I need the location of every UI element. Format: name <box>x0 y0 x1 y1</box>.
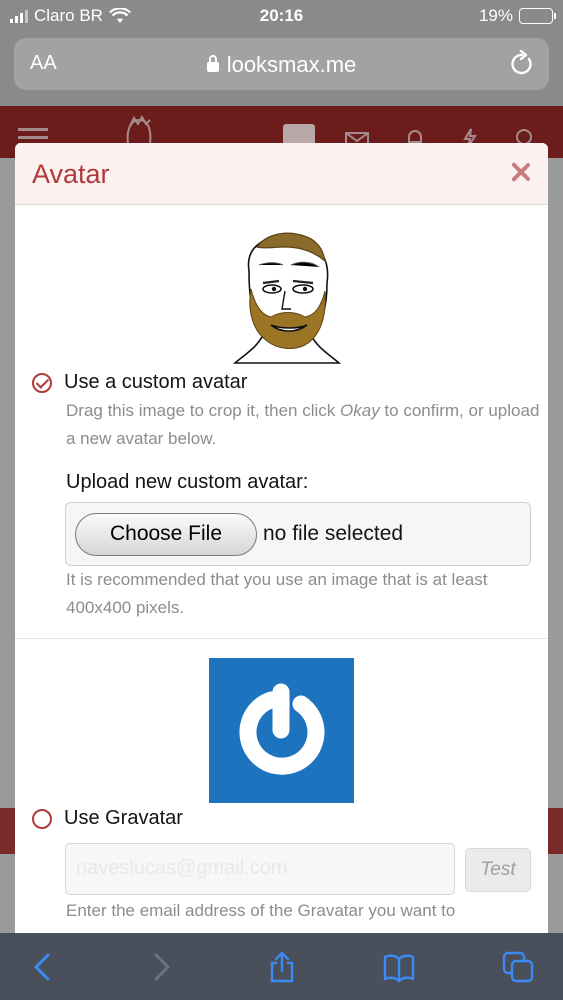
choose-file-button[interactable]: Choose File <box>75 513 257 556</box>
bookmarks-icon[interactable] <box>383 951 415 983</box>
browser-bar: AA looksmax.me <box>0 34 563 106</box>
gravatar-option[interactable]: Use Gravatar <box>32 807 183 830</box>
test-button[interactable]: Test <box>465 848 531 892</box>
custom-avatar-image[interactable] <box>227 231 347 367</box>
browser-toolbar <box>0 933 563 1000</box>
gravatar-label: Use Gravatar <box>64 807 183 829</box>
crop-hint: Drag this image to crop it, then click O… <box>66 401 540 448</box>
custom-avatar-label: Use a custom avatar <box>64 371 248 393</box>
lock-icon <box>206 55 219 72</box>
status-bar: Claro BR 20:16 19% <box>0 0 563 34</box>
upload-label: Upload new custom avatar: <box>66 471 309 493</box>
gravatar-email-field[interactable]: naveslucas@gmail.com <box>65 843 455 895</box>
reload-icon[interactable] <box>509 50 535 78</box>
size-recommendation: It is recommended that you use an image … <box>66 570 488 617</box>
file-status: no file selected <box>263 522 404 545</box>
tabs-icon[interactable] <box>502 951 534 983</box>
custom-avatar-radio[interactable] <box>32 372 52 393</box>
battery-icon <box>519 8 556 24</box>
section-divider <box>15 638 548 639</box>
modal-header: Avatar <box>15 143 548 205</box>
file-input[interactable]: Choose File no file selected <box>65 502 531 566</box>
forward-icon[interactable] <box>144 951 176 983</box>
gravatar-logo-image[interactable] <box>209 658 354 803</box>
gravatar-hint: Enter the email address of the Gravatar … <box>66 901 456 920</box>
url-bar[interactable]: AA looksmax.me <box>14 38 549 90</box>
avatar-modal: Avatar Use a custom avatar Drag this ima… <box>15 143 548 943</box>
close-icon[interactable] <box>508 159 534 185</box>
url-domain: looksmax.me <box>226 52 357 77</box>
share-icon[interactable] <box>266 951 298 983</box>
modal-title: Avatar <box>32 159 110 189</box>
custom-avatar-option[interactable]: Use a custom avatar <box>32 371 247 394</box>
back-icon[interactable] <box>28 951 60 983</box>
gravatar-radio[interactable] <box>32 808 52 829</box>
battery-percent: 19% <box>478 6 513 25</box>
